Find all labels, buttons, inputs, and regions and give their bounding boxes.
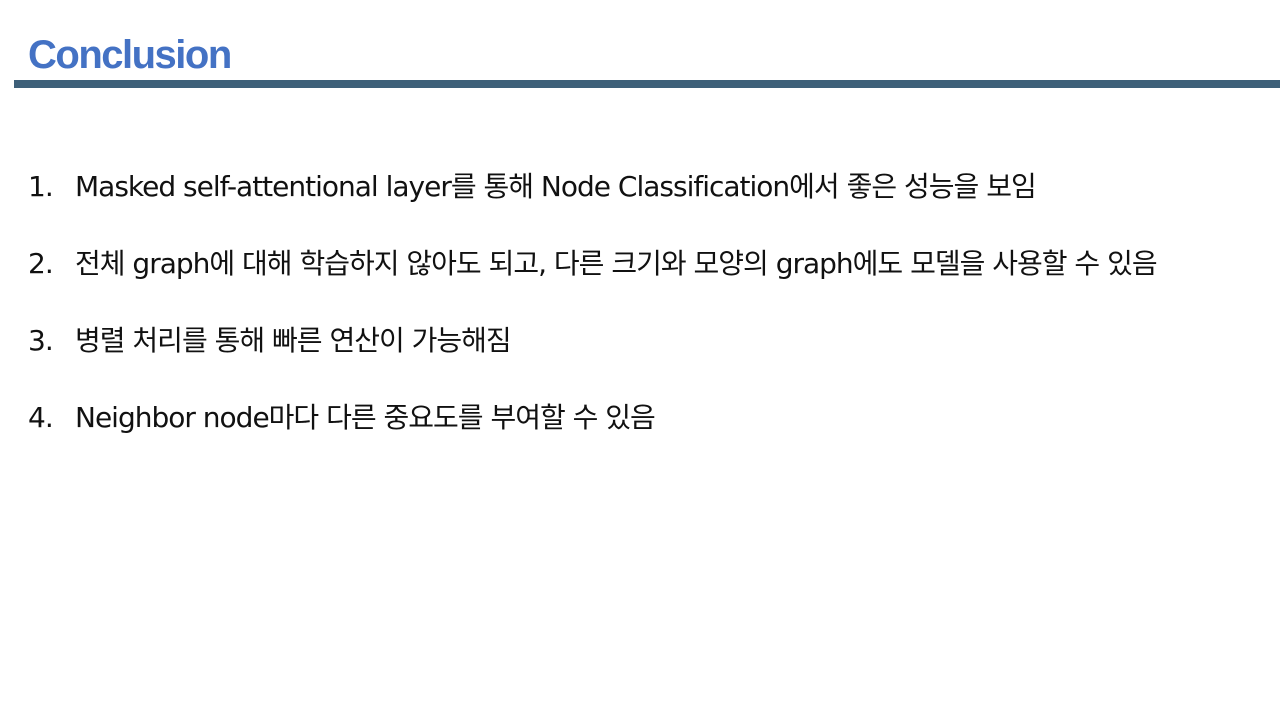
- list-item-text: Neighbor node마다 다른 중요도를 부여할 수 있음: [75, 401, 656, 434]
- list-item: 1. Masked self-attentional layer를 통해 Nod…: [28, 168, 1268, 206]
- list-item: 2. 전체 graph에 대해 학습하지 않아도 되고, 다른 크기와 모양의 …: [28, 245, 1268, 283]
- list-item: 4. Neighbor node마다 다른 중요도를 부여할 수 있음: [28, 399, 1268, 437]
- list-item-number: 3.: [28, 324, 54, 357]
- list-item: 3. 병렬 처리를 통해 빠른 연산이 가능해짐: [28, 322, 1268, 360]
- list-item-text: Masked self-attentional layer를 통해 Node C…: [75, 170, 1037, 203]
- conclusion-list: 1. Masked self-attentional layer를 통해 Nod…: [28, 168, 1268, 476]
- list-item-number: 1.: [28, 170, 54, 203]
- list-item-number: 4.: [28, 401, 54, 434]
- slide: Conclusion 1. Masked self-attentional la…: [0, 0, 1280, 720]
- list-item-text: 전체 graph에 대해 학습하지 않아도 되고, 다른 크기와 모양의 gra…: [75, 247, 1158, 280]
- slide-title: Conclusion: [28, 33, 232, 77]
- list-item-number: 2.: [28, 247, 54, 280]
- title-underline-rule: [14, 80, 1280, 88]
- list-item-text: 병렬 처리를 통해 빠른 연산이 가능해짐: [75, 324, 512, 357]
